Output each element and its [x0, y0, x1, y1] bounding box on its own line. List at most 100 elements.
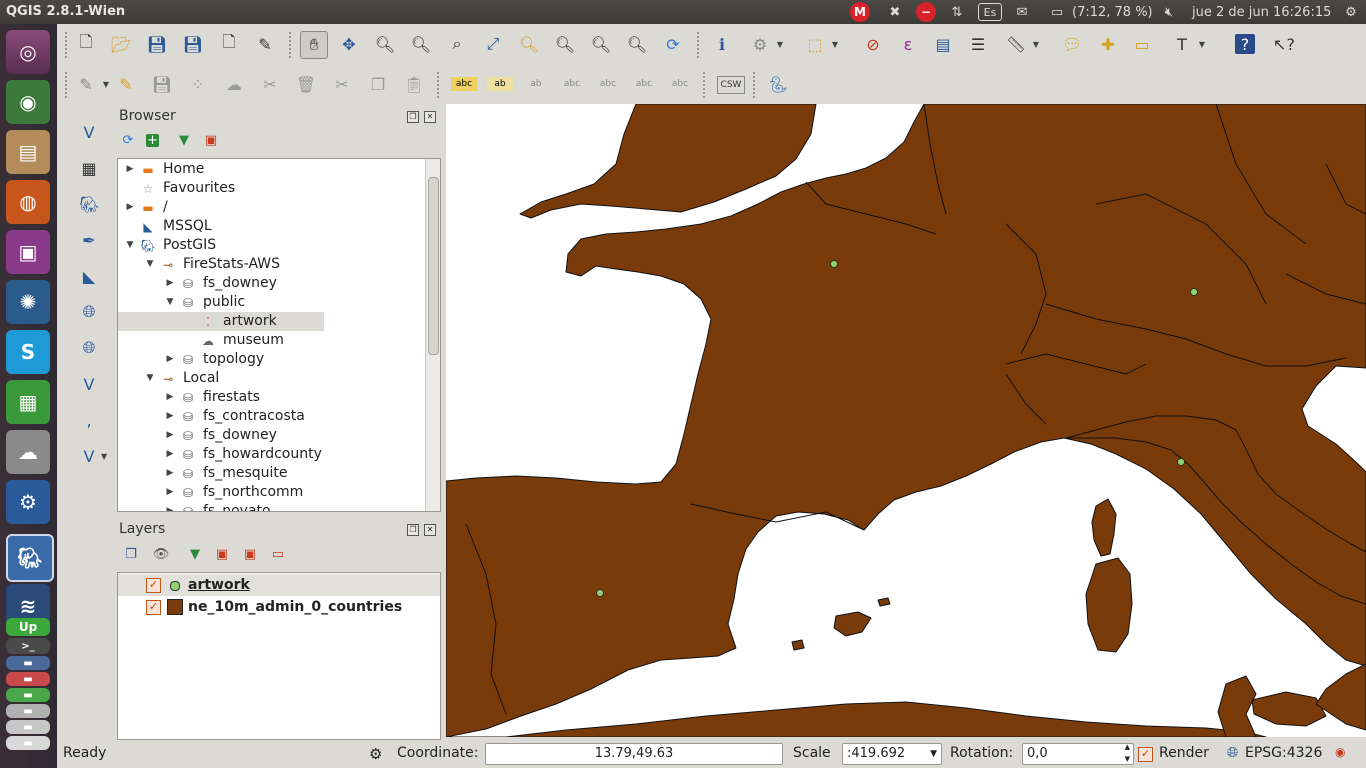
refresh-icon[interactable]: ⟳	[119, 131, 137, 149]
crs-globe-icon[interactable]: 🌐︎	[1227, 745, 1238, 761]
tree-scrollbar[interactable]	[425, 159, 440, 511]
refresh-icon[interactable]: ⟳	[660, 31, 686, 57]
chevron-down-icon[interactable]: ▼	[1199, 40, 1205, 49]
paste-features-icon[interactable]: 📋︎	[401, 71, 427, 97]
filter-icon[interactable]: ▼	[175, 131, 193, 149]
expanded-arrow-icon[interactable]: ▼	[144, 369, 156, 388]
rotate-label-icon[interactable]: abc	[631, 71, 657, 97]
dash-home-icon[interactable]: ◎	[6, 30, 50, 74]
render-checkbox[interactable]: ✓	[1138, 747, 1153, 762]
new-project-icon[interactable]: 🗋︎	[73, 31, 99, 57]
toggle-editing-icon[interactable]: ✎	[113, 71, 139, 97]
select-features-icon[interactable]: ⬚ ▼	[802, 31, 838, 57]
measure-line-icon[interactable]: 📏︎ ▼	[1003, 31, 1039, 57]
add-spatialite-layer-icon[interactable]: ✒	[75, 226, 103, 254]
layer-visibility-checkbox[interactable]: ✓	[146, 600, 161, 615]
spin-arrows-icon[interactable]: ▲ ▼	[1125, 741, 1130, 765]
cut-features-icon[interactable]: ✂	[329, 71, 355, 97]
add-group-icon[interactable]: ❐	[122, 545, 140, 563]
add-wms-layer-icon[interactable]: 🌐︎	[75, 298, 103, 326]
collapse-all-icon[interactable]: ▣	[202, 131, 220, 149]
tree-item[interactable]: ⁚ artwork	[118, 312, 324, 331]
tree-item[interactable]: ▶ ⛁ fs_contracosta	[118, 407, 418, 426]
add-wcs-layer-icon[interactable]: 🌐︎	[75, 334, 103, 362]
layer-row-countries[interactable]: ✓ ne_10m_admin_0_countries	[118, 596, 440, 618]
chrome-icon[interactable]: ◉	[6, 80, 50, 124]
skype-icon[interactable]: S	[6, 330, 50, 374]
current-edits-icon[interactable]: ✎ ▼	[73, 71, 109, 97]
files-icon[interactable]: ▤	[6, 130, 50, 174]
tree-item[interactable]: ▶ ⛁ topology	[118, 350, 418, 369]
show-hide-labels-icon[interactable]: abc	[559, 71, 585, 97]
field-calculator-icon[interactable]: ε	[895, 31, 921, 57]
deselect-features-icon[interactable]: ⊘	[860, 31, 886, 57]
copy-features-icon[interactable]: ❐	[365, 71, 391, 97]
expanded-arrow-icon[interactable]: ▼	[164, 293, 176, 312]
zoom-to-selection-icon[interactable]: 🔍︎	[516, 31, 542, 57]
app-stack-icon-6[interactable]: ▬	[6, 736, 50, 750]
attribute-table-icon[interactable]: ▤	[930, 31, 956, 57]
tree-item[interactable]: ☆ Favourites	[118, 179, 418, 198]
add-vector-layer-icon[interactable]: V	[75, 118, 103, 146]
label-style-icon[interactable]: ab	[487, 77, 513, 91]
app-stack-icon-3[interactable]: ▬	[6, 688, 50, 702]
pgadmin-icon[interactable]: 🐘︎	[6, 534, 54, 582]
statistical-summary-icon[interactable]: ☰	[965, 31, 991, 57]
app-stack-icon[interactable]: ▬	[6, 656, 50, 670]
layers-list[interactable]: ✓ artwork ✓ ne_10m_admin_0_countries	[117, 572, 441, 740]
rotation-spinbox[interactable]: 0,0 ▲ ▼	[1022, 743, 1134, 765]
power-gear-icon[interactable]: ⚙	[1342, 2, 1360, 22]
new-print-composer-icon[interactable]: 🗋︎	[216, 31, 242, 57]
keyboard-layout-tray[interactable]: Es	[978, 3, 1002, 21]
scale-combobox[interactable]: :419.692 ▼	[842, 743, 942, 765]
clock[interactable]: jue 2 de jun 16:26:15	[1192, 2, 1331, 22]
zoom-next-icon[interactable]: 🔍︎	[624, 31, 650, 57]
add-wfs-layer-icon[interactable]: V	[75, 370, 103, 398]
add-mssql-layer-icon[interactable]: ◣	[75, 262, 103, 290]
scrollbar-thumb[interactable]	[428, 177, 439, 355]
pan-map-icon[interactable]: ✋︎	[300, 31, 328, 59]
text-annotation-icon[interactable]: T ▼	[1169, 31, 1205, 57]
tree-item[interactable]: ▶ ▬ Home	[118, 160, 418, 179]
add-selected-layers-icon[interactable]: +	[146, 133, 159, 148]
tree-item[interactable]: ▶ ⛁ fs_novato	[118, 502, 418, 511]
toolbar-grip[interactable]	[697, 32, 703, 58]
tree-item[interactable]: ▼ ⛁ public	[118, 293, 418, 312]
open-project-icon[interactable]: 📂︎	[108, 31, 134, 57]
collapsed-arrow-icon[interactable]: ▶	[164, 445, 176, 464]
expand-all-icon[interactable]: ▣	[213, 545, 231, 563]
toolbar-grip[interactable]	[289, 32, 295, 58]
app-stack-icon-2[interactable]: ▬	[6, 672, 50, 686]
python-console-icon[interactable]: 🐍︎	[765, 71, 791, 97]
identify-features-icon[interactable]: ℹ	[709, 31, 735, 57]
show-bookmarks-icon[interactable]: ▭	[1129, 31, 1155, 57]
spreadsheet-icon[interactable]: ▦	[6, 380, 50, 424]
toolbar-grip[interactable]	[65, 32, 71, 58]
expanded-arrow-icon[interactable]: ▼	[144, 255, 156, 274]
sheep-app-icon[interactable]: ☁	[6, 430, 50, 474]
app-icon[interactable]: ✺	[6, 280, 50, 324]
save-edits-icon[interactable]: 💾︎	[149, 71, 175, 97]
map-canvas[interactable]	[446, 104, 1366, 737]
label-tool-icon[interactable]: abc	[451, 77, 477, 91]
close-panel-icon[interactable]: ✕	[424, 111, 436, 123]
delete-selected-icon[interactable]: 🗑︎	[293, 71, 319, 97]
app-stack-icon-4[interactable]: ▬	[6, 704, 50, 718]
crs-status[interactable]: EPSG:4326	[1245, 745, 1322, 761]
help-icon[interactable]: ?	[1235, 34, 1255, 54]
toolbar-grip[interactable]	[703, 72, 709, 98]
app-stack-icon-5[interactable]: ▬	[6, 720, 50, 734]
tree-item[interactable]: ▼ ⊸ Local	[118, 369, 418, 388]
tree-item[interactable]: ▶ ⛁ fs_northcomm	[118, 483, 418, 502]
zoom-out-icon[interactable]: 🔍︎	[408, 31, 434, 57]
tree-item[interactable]: ▶ ⛁ firestats	[118, 388, 418, 407]
battery-status[interactable]: (7:12, 78 %)	[1072, 2, 1153, 22]
float-panel-icon[interactable]: ❐	[407, 524, 419, 536]
browser-tree[interactable]: ▶ ▬ Home ☆ Favourites ▶ ▬ / ◣ MSSQL ▼ 🐘︎ PostGIS ▼ ⊸ Fi…	[117, 158, 441, 512]
chevron-down-icon[interactable]: ▼	[777, 40, 783, 49]
media-player-icon[interactable]: ▣	[6, 230, 50, 274]
toolbar-grip[interactable]	[437, 72, 443, 98]
tree-item[interactable]: ▼ ⊸ FireStats-AWS	[118, 255, 418, 274]
mail-tray-icon[interactable]: ✉	[1010, 2, 1034, 22]
collapsed-arrow-icon[interactable]: ▶	[164, 502, 176, 511]
